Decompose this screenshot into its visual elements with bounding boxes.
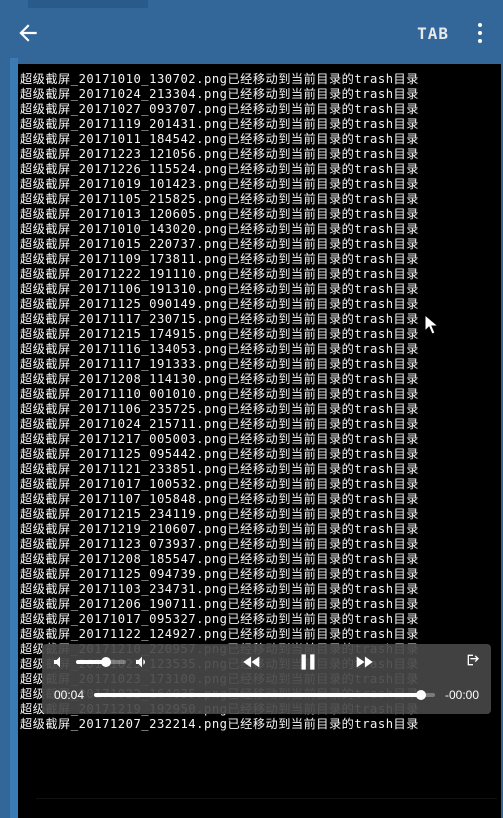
terminal-line: 超级截屏_20171219_210607.png已经移动到当前目录的trash目… [20,522,501,537]
terminal-line: 超级截屏_20171011_184542.png已经移动到当前目录的trash目… [20,132,501,147]
terminal-line: 超级截屏_20171013_120605.png已经移动到当前目录的trash目… [20,207,501,222]
window-tab-indicator [28,0,148,8]
terminal-line: 超级截屏_20171024_215711.png已经移动到当前目录的trash目… [20,417,501,432]
terminal-footer [36,798,497,818]
terminal-line: 超级截屏_20171019_101423.png已经移动到当前目录的trash目… [20,177,501,192]
terminal-line: 超级截屏_20171121_233851.png已经移动到当前目录的trash目… [20,462,501,477]
volume-icon[interactable] [52,654,68,670]
terminal-line: 超级截屏_20171117_191333.png已经移动到当前目录的trash目… [20,357,501,372]
terminal-line: 超级截屏_20171103_234731.png已经移动到当前目录的trash目… [20,582,501,597]
terminal-line: 超级截屏_20171125_095442.png已经移动到当前目录的trash目… [20,447,501,462]
terminal-line: 超级截屏_20171110_001010.png已经移动到当前目录的trash目… [20,387,501,402]
terminal-line: 超级截屏_20171106_235725.png已经移动到当前目录的trash目… [20,402,501,417]
share-icon [465,652,481,668]
terminal-line: 超级截屏_20171123_073937.png已经移动到当前目录的trash目… [20,537,501,552]
terminal-line: 超级截屏_20171015_220737.png已经移动到当前目录的trash目… [20,237,501,252]
terminal-line: 超级截屏_20171105_215825.png已经移动到当前目录的trash目… [20,192,501,207]
terminal-line: 超级截屏_20171027_093707.png已经移动到当前目录的trash目… [20,102,501,117]
volume-slider[interactable] [76,660,126,664]
media-player-overlay: 00:04 -00:00 [42,644,491,714]
terminal-line: 超级截屏_20171125_090149.png已经移动到当前目录的trash目… [20,297,501,312]
play-pause-button[interactable] [295,649,321,675]
terminal-line: 超级截屏_20171010_143020.png已经移动到当前目录的trash目… [20,222,501,237]
terminal-line: 超级截屏_20171106_191310.png已经移动到当前目录的trash目… [20,282,501,297]
terminal-line: 超级截屏_20171017_095327.png已经移动到当前目录的trash目… [20,612,501,627]
terminal-line: 超级截屏_20171109_173811.png已经移动到当前目录的trash目… [20,252,501,267]
skip-forward-icon [353,651,375,673]
rewind-button[interactable] [241,651,263,673]
seek-slider[interactable] [94,693,435,697]
terminal-line: 超级截屏_20171215_174915.png已经移动到当前目录的trash目… [20,327,501,342]
more-vert-icon [478,21,482,45]
terminal-line: 超级截屏_20171215_234119.png已经移动到当前目录的trash目… [20,507,501,522]
terminal-line: 超级截屏_20171122_124927.png已经移动到当前目录的trash目… [20,627,501,642]
terminal-left-trim [10,58,18,818]
terminal-line: 超级截屏_20171125_094739.png已经移动到当前目录的trash目… [20,567,501,582]
terminal-line: 超级截屏_20171116_134053.png已经移动到当前目录的trash目… [20,342,501,357]
terminal-line: 超级截屏_20171208_185547.png已经移动到当前目录的trash目… [20,552,501,567]
terminal-line: 超级截屏_20171207_232214.png已经移动到当前目录的trash目… [20,717,501,732]
forward-button[interactable] [353,651,375,673]
volume-high-icon [134,654,150,670]
terminal-line: 超级截屏_20171222_191110.png已经移动到当前目录的trash目… [20,267,501,282]
remaining-time: -00:00 [445,688,479,702]
terminal-line: 超级截屏_20171223_121056.png已经移动到当前目录的trash目… [20,147,501,162]
terminal-line: 超级截屏_20171208_114130.png已经移动到当前目录的trash目… [20,372,501,387]
terminal-line: 超级截屏_20171119_201431.png已经移动到当前目录的trash目… [20,117,501,132]
overflow-menu-button[interactable] [465,13,495,53]
skip-back-icon [241,651,263,673]
terminal-line: 超级截屏_20171010_130702.png已经移动到当前目录的trash目… [20,72,501,87]
pause-icon [295,649,321,675]
terminal-line: 超级截屏_20171017_100532.png已经移动到当前目录的trash目… [20,477,501,492]
terminal-line: 超级截屏_20171107_105848.png已经移动到当前目录的trash目… [20,492,501,507]
terminal-line: 超级截屏_20171024_213304.png已经移动到当前目录的trash目… [20,87,501,102]
terminal-line: 超级截屏_20171226_115524.png已经移动到当前目录的trash目… [20,162,501,177]
back-arrow-icon [15,20,41,46]
back-button[interactable] [8,13,48,53]
terminal-line: 超级截屏_20171206_190711.png已经移动到当前目录的trash目… [20,597,501,612]
elapsed-time: 00:04 [54,688,84,702]
terminal-line: 超级截屏_20171117_230715.png已经移动到当前目录的trash目… [20,312,501,327]
tab-button[interactable]: TAB [401,24,465,43]
terminal-line: 超级截屏_20171217_005003.png已经移动到当前目录的trash目… [20,432,501,447]
app-header: TAB [0,8,503,58]
share-button[interactable] [465,652,481,673]
